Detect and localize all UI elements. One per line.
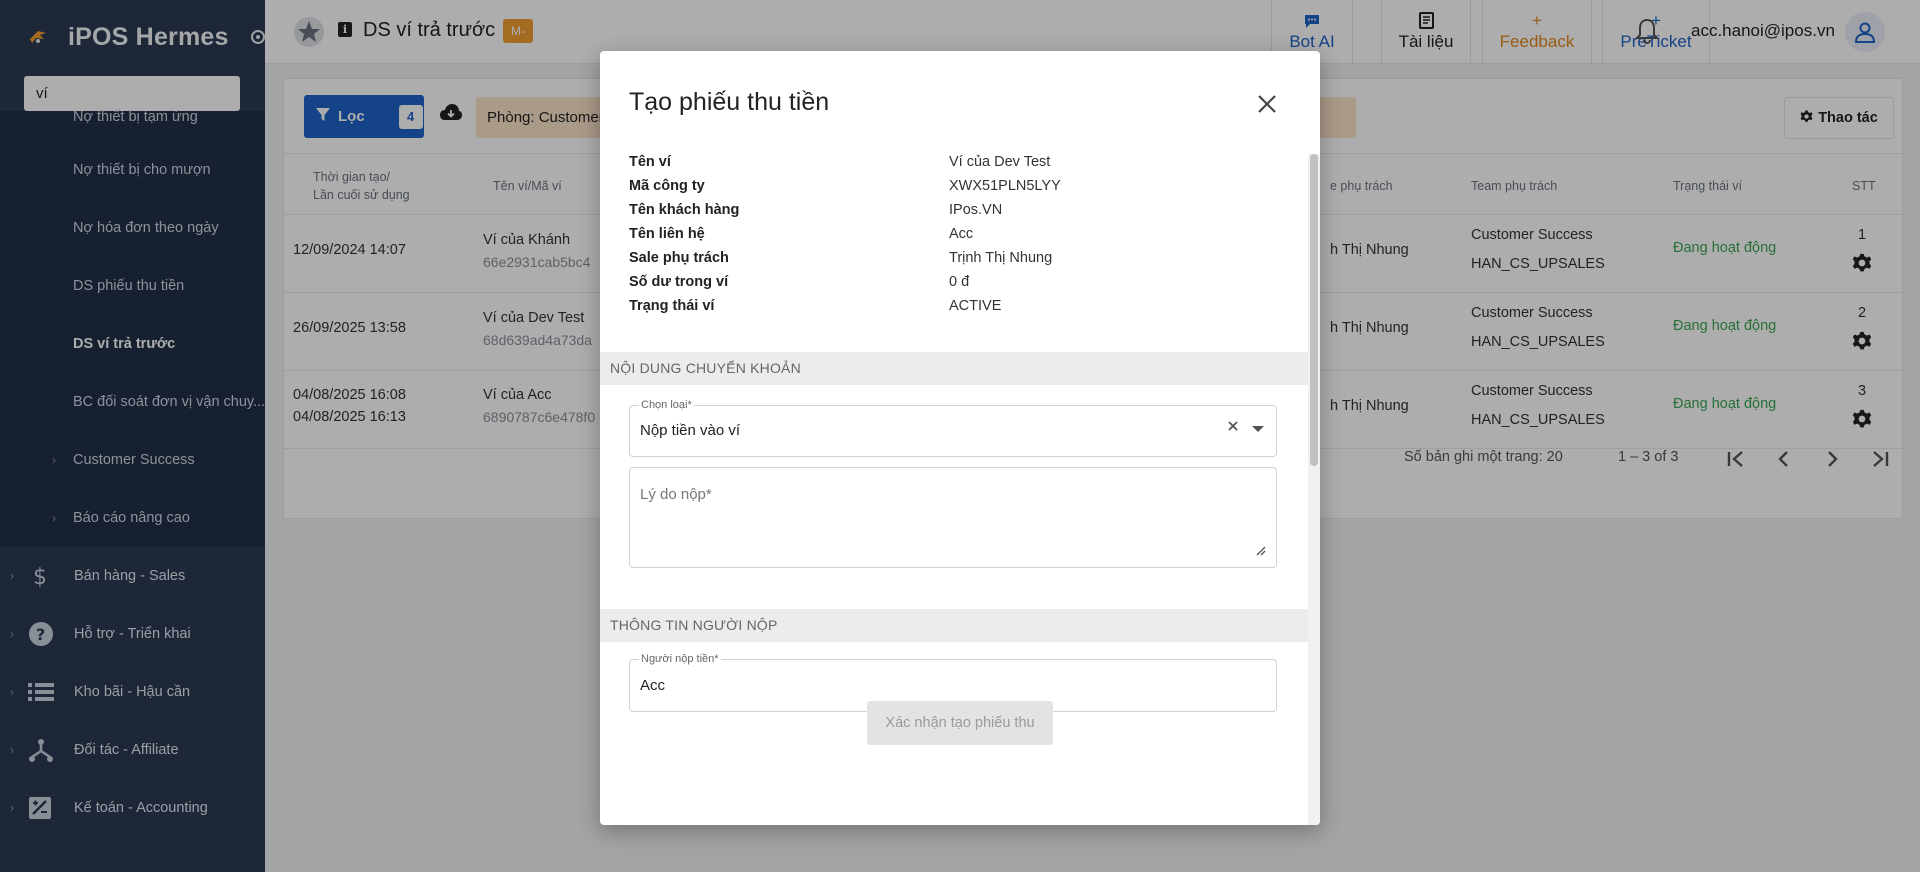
info-row-customer-name: Tên khách hàng IPos.VN [629, 202, 1289, 226]
info-key: Tên khách hàng [629, 202, 740, 218]
info-row-contact-name: Tên liên hệ Acc [629, 226, 1289, 250]
info-value: XWX51PLN5LYY [949, 178, 1061, 194]
dialog-title: Tạo phiếu thu tiền [629, 88, 830, 116]
resize-handle-icon[interactable] [1254, 543, 1266, 556]
info-value: ACTIVE [949, 298, 1002, 314]
info-value: Acc [949, 226, 974, 242]
info-key: Số dư trong ví [629, 274, 729, 290]
info-key: Trạng thái ví [629, 298, 715, 314]
info-key: Tên ví [629, 154, 671, 170]
section-payer-info: THÔNG TIN NGƯỜI NỘP [600, 609, 1308, 642]
payer-field-label: Người nộp tiền* [639, 653, 721, 665]
info-row-sale: Sale phụ trách Trịnh Thị Nhung [629, 250, 1289, 274]
type-select[interactable]: Chọn loại* Nộp tiền vào ví [629, 399, 1277, 457]
clear-icon[interactable] [1226, 419, 1240, 433]
reason-textarea[interactable] [640, 486, 1260, 556]
info-value: Trịnh Thị Nhung [949, 250, 1053, 266]
info-value: 0 đ [949, 274, 970, 290]
create-receipt-dialog: Tạo phiếu thu tiền Tên ví Ví của Dev Tes… [600, 51, 1320, 825]
info-key: Sale phụ trách [629, 250, 729, 266]
close-icon[interactable] [1256, 93, 1278, 115]
payer-field-value: Acc [640, 677, 666, 694]
info-row-wallet-status: Trạng thái ví ACTIVE [629, 298, 1289, 322]
section-transfer-content: NỘI DUNG CHUYỂN KHOẢN [600, 352, 1308, 385]
info-value: IPos.VN [949, 202, 1003, 218]
type-select-value: Nộp tiền vào ví [640, 422, 741, 439]
info-row-wallet-name: Tên ví Ví của Dev Test [629, 154, 1289, 178]
info-row-company-code: Mã công ty XWX51PLN5LYY [629, 178, 1289, 202]
type-select-label: Chọn loại* [639, 399, 694, 411]
info-row-balance: Số dư trong ví 0 đ [629, 274, 1289, 298]
confirm-create-receipt-button[interactable]: Xác nhận tạo phiếu thu [867, 701, 1053, 745]
info-value: Ví của Dev Test [949, 154, 1051, 170]
chevron-down-icon[interactable] [1252, 426, 1264, 432]
info-key: Mã công ty [629, 178, 705, 194]
dialog-scrollbar-thumb[interactable] [1310, 154, 1318, 466]
info-key: Tên liên hệ [629, 226, 705, 242]
reason-textarea-field[interactable] [629, 467, 1277, 568]
